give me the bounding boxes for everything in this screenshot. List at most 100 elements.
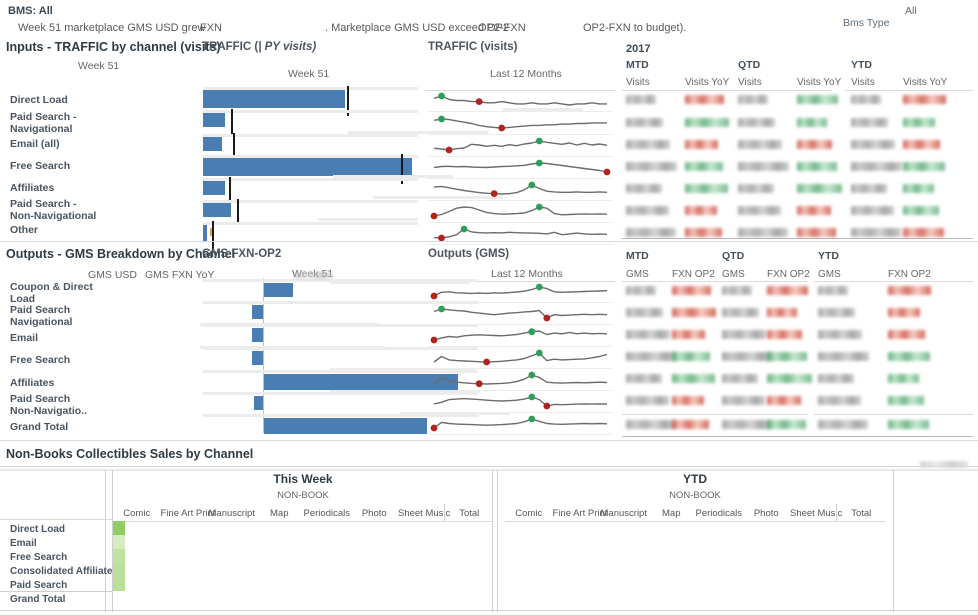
metric-value-cell[interactable] — [818, 396, 861, 405]
metric-value-cell[interactable] — [851, 140, 895, 149]
bms-type-filter-value[interactable]: All — [905, 5, 917, 17]
metric-positive-cell[interactable] — [797, 162, 837, 171]
metric-positive-cell[interactable] — [888, 420, 929, 429]
metric-positive-cell[interactable] — [672, 374, 715, 383]
metric-value-cell[interactable] — [626, 95, 656, 104]
metric-positive-cell[interactable] — [903, 184, 934, 193]
traffic-bar[interactable] — [203, 90, 345, 108]
metric-value-cell[interactable] — [738, 95, 768, 104]
metric-positive-cell[interactable] — [767, 420, 806, 429]
metric-positive-cell[interactable] — [888, 352, 930, 361]
metric-positive-cell[interactable] — [767, 352, 807, 361]
metric-negative-cell[interactable] — [672, 330, 705, 339]
collectibles-heat-cell-4[interactable] — [113, 577, 125, 591]
sparkline-row[interactable] — [428, 201, 613, 221]
gms-bar[interactable] — [252, 305, 263, 319]
metric-value-cell[interactable] — [626, 308, 663, 317]
sparkline-row[interactable] — [428, 135, 613, 155]
metric-value-cell[interactable] — [851, 206, 894, 215]
sparkline-row[interactable] — [428, 179, 613, 199]
gms-bar[interactable] — [264, 283, 293, 297]
metric-negative-cell[interactable] — [903, 228, 944, 237]
sparkline-row[interactable] — [428, 281, 613, 301]
sparkline-row[interactable] — [428, 223, 613, 243]
metric-positive-cell[interactable] — [767, 374, 812, 383]
metric-positive-cell[interactable] — [797, 118, 827, 127]
sparkline-row[interactable] — [428, 157, 613, 177]
metric-positive-cell[interactable] — [888, 374, 919, 383]
metric-value-cell[interactable] — [818, 374, 854, 383]
sparkline-row[interactable] — [428, 113, 613, 133]
sparkline-row[interactable] — [428, 325, 613, 345]
metric-value-cell[interactable] — [626, 162, 677, 171]
metric-positive-cell[interactable] — [903, 162, 945, 171]
metric-value-cell[interactable] — [722, 352, 773, 361]
gms-bar[interactable] — [252, 328, 263, 342]
sparkline-row[interactable] — [428, 369, 613, 389]
metric-value-cell[interactable] — [626, 228, 676, 237]
traffic-bar[interactable] — [203, 137, 223, 151]
metric-value-cell[interactable] — [722, 374, 758, 383]
metric-value-cell[interactable] — [722, 420, 772, 429]
metric-value-cell[interactable] — [738, 162, 789, 171]
sparkline-row[interactable] — [428, 303, 613, 323]
gms-bar[interactable] — [264, 418, 428, 434]
metric-value-cell[interactable] — [626, 286, 656, 295]
metric-value-cell[interactable] — [626, 118, 663, 127]
metric-negative-cell[interactable] — [903, 140, 940, 149]
traffic-bar[interactable] — [203, 181, 225, 195]
metric-value-cell[interactable] — [851, 118, 888, 127]
metric-negative-cell[interactable] — [672, 308, 716, 317]
metric-positive-cell[interactable] — [685, 118, 729, 127]
traffic-bar[interactable] — [203, 158, 412, 176]
metric-negative-cell[interactable] — [903, 95, 946, 104]
metric-value-cell[interactable] — [738, 118, 775, 127]
metric-negative-cell[interactable] — [672, 396, 704, 405]
metric-value-cell[interactable] — [818, 420, 868, 429]
metric-negative-cell[interactable] — [685, 140, 718, 149]
metric-value-cell[interactable] — [626, 420, 676, 429]
collectibles-heat-cell-3[interactable] — [113, 563, 125, 577]
gms-bar[interactable] — [252, 351, 263, 365]
metric-negative-cell[interactable] — [888, 308, 920, 317]
metric-positive-cell[interactable] — [672, 352, 710, 361]
metric-value-cell[interactable] — [818, 330, 862, 339]
metric-value-cell[interactable] — [818, 286, 848, 295]
metric-positive-cell[interactable] — [888, 396, 924, 405]
metric-positive-cell[interactable] — [685, 184, 728, 193]
collectibles-heat-cell-0[interactable] — [113, 521, 125, 535]
collectibles-heat-cell-1[interactable] — [113, 535, 125, 549]
metric-value-cell[interactable] — [626, 330, 670, 339]
sparkline-row[interactable] — [428, 413, 613, 433]
metric-value-cell[interactable] — [626, 396, 669, 405]
metric-negative-cell[interactable] — [797, 206, 831, 215]
metric-value-cell[interactable] — [738, 184, 774, 193]
metric-negative-cell[interactable] — [672, 420, 709, 429]
collectibles-heat-cell-2[interactable] — [113, 549, 125, 563]
metric-value-cell[interactable] — [626, 352, 677, 361]
metric-positive-cell[interactable] — [903, 206, 939, 215]
metric-negative-cell[interactable] — [685, 228, 722, 237]
metric-value-cell[interactable] — [738, 206, 781, 215]
metric-negative-cell[interactable] — [685, 206, 717, 215]
metric-value-cell[interactable] — [722, 330, 766, 339]
metric-value-cell[interactable] — [626, 374, 662, 383]
metric-negative-cell[interactable] — [767, 396, 801, 405]
metric-positive-cell[interactable] — [903, 118, 935, 127]
metric-value-cell[interactable] — [818, 352, 869, 361]
metric-value-cell[interactable] — [626, 140, 670, 149]
metric-negative-cell[interactable] — [797, 228, 836, 237]
metric-value-cell[interactable] — [851, 184, 887, 193]
gms-bar[interactable] — [254, 396, 263, 410]
metric-value-cell[interactable] — [851, 162, 902, 171]
metric-value-cell[interactable] — [738, 140, 782, 149]
metric-value-cell[interactable] — [626, 184, 662, 193]
metric-negative-cell[interactable] — [767, 330, 802, 339]
metric-value-cell[interactable] — [722, 286, 752, 295]
metric-negative-cell[interactable] — [888, 330, 925, 339]
metric-negative-cell[interactable] — [672, 286, 711, 295]
metric-negative-cell[interactable] — [767, 308, 797, 317]
sparkline-row[interactable] — [428, 90, 613, 110]
sparkline-row[interactable] — [428, 347, 613, 367]
metric-value-cell[interactable] — [818, 308, 855, 317]
